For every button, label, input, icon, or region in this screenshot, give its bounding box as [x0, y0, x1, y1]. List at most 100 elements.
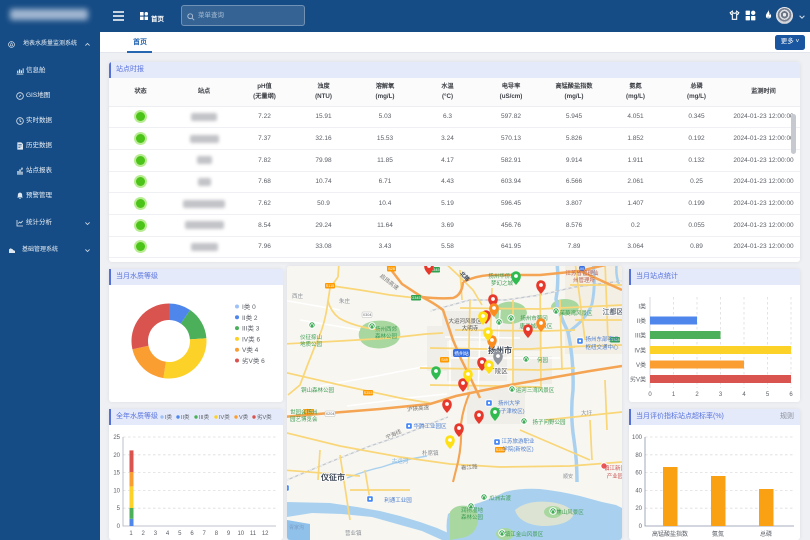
svg-text:扬州西郊: 扬州西郊	[375, 325, 398, 333]
svg-text:扬子问野公园: 扬子问野公园	[532, 418, 566, 426]
svg-text:运河三湾风景区: 运河三湾风景区	[516, 386, 555, 394]
svg-text:3: 3	[719, 392, 723, 398]
svg-text:S115: S115	[326, 284, 335, 288]
svg-text:20: 20	[635, 506, 642, 512]
svg-text:S353: S353	[364, 391, 373, 395]
svg-text:40: 40	[635, 488, 642, 494]
svg-text:5: 5	[766, 392, 770, 398]
svg-text:II类: II类	[637, 317, 646, 325]
svg-text:利通工业园: 利通工业园	[384, 496, 412, 504]
svg-text:华腾工业园区: 华腾工业园区	[413, 422, 447, 430]
svg-text:营业镇: 营业镇	[345, 529, 362, 537]
svg-text:朴席镇: 朴席镇	[422, 449, 439, 457]
svg-text:古运河: 古运河	[392, 457, 409, 465]
svg-text:扬州站: 扬州站	[454, 350, 469, 357]
svg-text:7: 7	[203, 531, 207, 537]
svg-text:森林公园: 森林公园	[461, 513, 484, 521]
svg-text:8: 8	[215, 531, 219, 537]
svg-text:III类: III类	[635, 332, 646, 340]
svg-text:1: 1	[129, 531, 133, 537]
svg-text:6: 6	[190, 531, 194, 537]
svg-text:森林公园: 森林公园	[375, 332, 398, 340]
svg-text:枢纽交通中心: 枢纽交通中心	[585, 343, 619, 351]
svg-text:I类 0: I类 0	[242, 302, 256, 311]
svg-text:IV类: IV类	[634, 347, 646, 355]
svg-text:胥家沟: 胥家沟	[289, 524, 304, 531]
svg-text:4: 4	[742, 392, 746, 398]
svg-text:60: 60	[635, 471, 642, 477]
svg-text:劣V类: 劣V类	[257, 413, 272, 421]
svg-text:20: 20	[113, 453, 120, 459]
svg-text:X304: X304	[363, 313, 372, 317]
svg-text:III类 3: III类 3	[242, 324, 260, 333]
svg-text:I类: I类	[638, 303, 646, 311]
svg-text:仪征捺山: 仪征捺山	[300, 333, 322, 341]
svg-text:大圩: 大圩	[581, 409, 593, 417]
svg-text:瓜洲古渡: 瓜洲古渡	[489, 494, 512, 502]
svg-text:80: 80	[635, 453, 642, 459]
svg-text:劣V类: 劣V类	[630, 376, 646, 384]
svg-text:焦山风景区: 焦山风景区	[556, 508, 584, 516]
svg-text:25: 25	[113, 435, 120, 441]
svg-text:V类: V类	[636, 361, 646, 369]
svg-text:高锰酸盐指数: 高锰酸盐指数	[652, 530, 688, 538]
svg-text:顺安: 顺安	[563, 473, 573, 480]
svg-text:0: 0	[117, 524, 121, 530]
svg-text:5: 5	[117, 506, 121, 512]
svg-text:总磷: 总磷	[760, 530, 772, 538]
svg-text:S28: S28	[388, 267, 395, 271]
svg-text:氨氮: 氨氮	[712, 530, 724, 538]
svg-text:III类: III类	[199, 413, 210, 421]
svg-text:地质公园: 地质公园	[300, 340, 323, 348]
svg-text:学院(新校区): 学院(新校区)	[502, 445, 533, 453]
svg-text:I类: I类	[165, 413, 173, 421]
svg-text:S49: S49	[441, 358, 448, 362]
svg-text:大运河风景区: 大运河风景区	[448, 317, 482, 325]
svg-text:大明寺: 大明寺	[462, 324, 479, 332]
svg-text:2: 2	[142, 531, 146, 537]
svg-text:世园会扬州: 世园会扬州	[290, 408, 318, 416]
svg-text:州管理所: 州管理所	[573, 276, 596, 284]
svg-text:0: 0	[648, 392, 652, 398]
svg-text:铜山森林公园: 铜山森林公园	[301, 386, 335, 394]
svg-text:江苏旅游职业: 江苏旅游职业	[501, 437, 535, 445]
svg-text:V类 4: V类 4	[242, 345, 259, 354]
svg-text:10: 10	[237, 531, 244, 537]
svg-text:X204: X204	[326, 412, 335, 416]
svg-text:镇江金山风景区: 镇江金山风景区	[505, 530, 544, 538]
svg-text:江苏省管理仙: 江苏省管理仙	[565, 269, 599, 277]
svg-text:100: 100	[632, 435, 643, 441]
svg-text:11: 11	[250, 531, 257, 537]
svg-text:5: 5	[178, 531, 182, 537]
svg-text:1: 1	[672, 392, 676, 398]
svg-text:15: 15	[113, 471, 120, 477]
svg-text:10: 10	[113, 488, 120, 494]
svg-text:仪征市: 仪征市	[320, 472, 345, 482]
svg-text:西庄: 西庄	[292, 292, 304, 300]
svg-text:IV类 6: IV类 6	[242, 334, 260, 343]
svg-text:12: 12	[262, 531, 269, 537]
svg-text:梦幻之城: 梦幻之城	[491, 279, 514, 287]
svg-text:产业园: 产业园	[607, 472, 622, 480]
svg-text:IV类: IV类	[219, 413, 230, 421]
svg-text:园艺博览会: 园艺博览会	[290, 415, 318, 423]
svg-text:朱庄: 朱庄	[339, 297, 351, 305]
svg-text:扬州大学: 扬州大学	[498, 399, 521, 407]
svg-text:润扬湿地: 润扬湿地	[461, 506, 484, 514]
svg-text:0: 0	[639, 524, 643, 530]
svg-text:扬州东部客运: 扬州东部客运	[585, 335, 619, 343]
svg-text:4: 4	[166, 531, 170, 537]
svg-text:V类: V类	[239, 413, 249, 421]
svg-text:2: 2	[695, 392, 699, 398]
svg-text:II类: II类	[181, 413, 190, 421]
svg-text:劣V类 6: 劣V类 6	[242, 356, 265, 365]
svg-text:3: 3	[154, 531, 158, 537]
svg-text:G345: G345	[411, 296, 420, 300]
svg-text:何园: 何园	[537, 356, 549, 364]
svg-text:江都区: 江都区	[603, 307, 623, 316]
svg-text:6: 6	[789, 392, 793, 398]
svg-text:镇江新区: 镇江新区	[604, 464, 622, 472]
svg-text:II类 2: II类 2	[242, 313, 258, 322]
svg-text:茱萸湾风景区: 茱萸湾风景区	[559, 309, 593, 317]
svg-text:9: 9	[227, 531, 231, 537]
